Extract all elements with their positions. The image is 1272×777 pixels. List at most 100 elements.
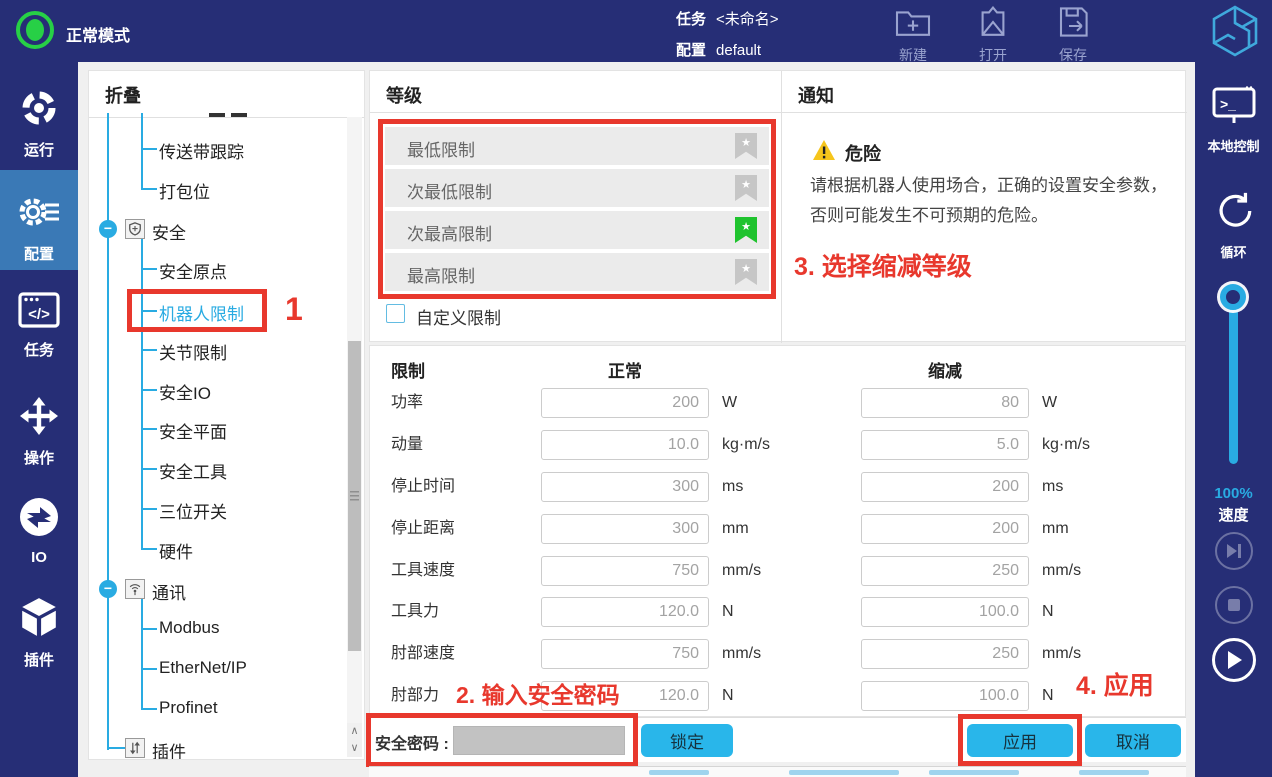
sidebar-item-config[interactable]: 配置 [0, 170, 78, 270]
tree-item-safety-plane[interactable]: 安全平面 [159, 418, 227, 443]
unit-label: mm/s [722, 556, 761, 586]
normal-tool-force-input[interactable] [541, 597, 709, 627]
unit-label: mm [1042, 514, 1069, 544]
normal-tool-speed-input[interactable] [541, 556, 709, 586]
tree-item-modbus[interactable]: Modbus [159, 618, 219, 638]
warning-row: 危险 [812, 139, 881, 166]
sidebar-item-io[interactable]: IO [0, 488, 78, 566]
reduced-tool-speed-input[interactable] [861, 556, 1029, 586]
normal-momentum-input[interactable] [541, 430, 709, 460]
plugin-cube-icon [18, 625, 60, 642]
scroll-down-icon[interactable]: ∨ [347, 740, 362, 757]
reduced-stop-time-input[interactable] [861, 472, 1029, 502]
annotation-box-step1 [127, 289, 267, 332]
config-tree-panel: 折叠 [88, 70, 365, 760]
step-forward-button[interactable] [1215, 532, 1253, 570]
tree-item-packing[interactable]: 打包位 [159, 178, 210, 203]
loop-button[interactable]: 循环 [1195, 190, 1272, 261]
tree-item-clipped [231, 113, 247, 117]
new-task-button[interactable]: 新建 [881, 6, 945, 65]
limit-row-label: 肘部力 [391, 681, 439, 711]
collapse-minus-icon[interactable]: − [99, 580, 117, 598]
io-icon [18, 525, 60, 542]
tree-item-clipped [209, 113, 225, 117]
collapse-minus-icon[interactable]: − [99, 220, 117, 238]
tree-item-profinet[interactable]: Profinet [159, 698, 218, 718]
stop-button[interactable] [1215, 586, 1253, 624]
play-button[interactable] [1212, 638, 1256, 682]
reduced-power-input[interactable] [861, 388, 1029, 418]
reduced-elbow-speed-input[interactable] [861, 639, 1029, 669]
unit-label: N [722, 597, 734, 627]
tree-stub [141, 268, 157, 270]
cancel-button[interactable]: 取消 [1085, 724, 1181, 757]
sidebar-item-run[interactable]: 运行 [0, 80, 78, 160]
tree-item-conveyor[interactable]: 传送带跟踪 [159, 138, 244, 163]
tree-stub [141, 628, 157, 630]
reduced-momentum-input[interactable] [861, 430, 1029, 460]
tree-item-communication[interactable]: 通讯 [152, 579, 186, 604]
task-label: 任务 [676, 11, 706, 28]
save-task-label: 保存 [1041, 45, 1105, 65]
plugin-sliders-icon [125, 738, 145, 758]
tree-panel-title[interactable]: 折叠 [89, 71, 364, 118]
move-arrows-icon [19, 423, 59, 440]
unit-label: mm [722, 514, 749, 544]
tree-item-three-position-switch[interactable]: 三位开关 [159, 498, 227, 523]
lock-button[interactable]: 锁定 [641, 724, 733, 757]
sidebar-item-operate-label: 操作 [0, 447, 78, 468]
tree-item-ethernet-ip[interactable]: EtherNet/IP [159, 658, 247, 678]
annotation-box-step4 [958, 714, 1082, 766]
tree-scrollbar[interactable]: ∧ ∨ [347, 117, 362, 757]
tree-branch-line [141, 239, 143, 550]
top-bar: 正常模式 任务<未命名> 配置default 新建 打开 保存 [0, 0, 1272, 62]
reduced-stop-distance-input[interactable] [861, 514, 1029, 544]
annotation-step3: 3. 选择缩减等级 [794, 247, 972, 283]
speed-slider-handle[interactable] [1220, 284, 1246, 310]
unit-label: W [1042, 388, 1057, 418]
annotation-step2: 2. 输入安全密码 [456, 676, 620, 710]
task-row: 任务<未命名> [676, 8, 779, 29]
app-window: 正常模式 任务<未命名> 配置default 新建 打开 保存 [0, 0, 1272, 777]
normal-stop-time-input[interactable] [541, 472, 709, 502]
annotation-box-step2 [366, 713, 638, 767]
sidebar-item-task[interactable]: </> 任务 [0, 284, 78, 360]
tree-stub [141, 668, 157, 670]
local-control-button[interactable]: >_ 本地控制 [1195, 86, 1272, 155]
open-task-button[interactable]: 打开 [961, 6, 1025, 65]
tree-item-joint-limits[interactable]: 关节限制 [159, 339, 227, 364]
sidebar-item-plugin-label: 插件 [0, 649, 78, 670]
tree-stub [141, 428, 157, 430]
custom-limit-checkbox[interactable] [386, 304, 405, 323]
speed-slider-track[interactable] [1229, 292, 1238, 464]
unit-label: mm/s [1042, 556, 1081, 586]
reduced-tool-force-input[interactable] [861, 597, 1029, 627]
speed-label: 速度 [1195, 504, 1272, 525]
speed-percent: 100% [1195, 485, 1272, 502]
normal-stop-distance-input[interactable] [541, 514, 709, 544]
tree-scrollbar-thumb[interactable] [348, 341, 361, 651]
save-task-button[interactable]: 保存 [1041, 6, 1105, 65]
open-task-label: 打开 [961, 45, 1025, 65]
mode-label: 正常模式 [66, 22, 130, 46]
svg-text:</>: </> [28, 306, 50, 323]
unit-label: mm/s [722, 639, 761, 669]
tree-stub [141, 148, 157, 150]
limit-row-label: 停止距离 [391, 514, 455, 544]
tree-item-plugin[interactable]: 插件 [152, 738, 186, 759]
limit-row-label: 动量 [391, 430, 423, 460]
tree-stub [141, 548, 157, 550]
tree-item-safety-io[interactable]: 安全IO [159, 379, 211, 404]
normal-power-input[interactable] [541, 388, 709, 418]
tree-item-safety[interactable]: 安全 [152, 219, 186, 244]
tree-item-safety-home[interactable]: 安全原点 [159, 258, 227, 283]
warning-triangle-icon [812, 139, 836, 166]
scroll-up-icon[interactable]: ∧ [347, 723, 362, 740]
reduced-elbow-force-input[interactable] [861, 681, 1029, 711]
sidebar-item-plugin[interactable]: 插件 [0, 588, 78, 670]
tree-item-safety-tool[interactable]: 安全工具 [159, 458, 227, 483]
sidebar-item-operate[interactable]: 操作 [0, 388, 78, 468]
tree-item-hardware[interactable]: 硬件 [159, 538, 193, 563]
normal-elbow-speed-input[interactable] [541, 639, 709, 669]
tree-branch-line [141, 113, 143, 190]
